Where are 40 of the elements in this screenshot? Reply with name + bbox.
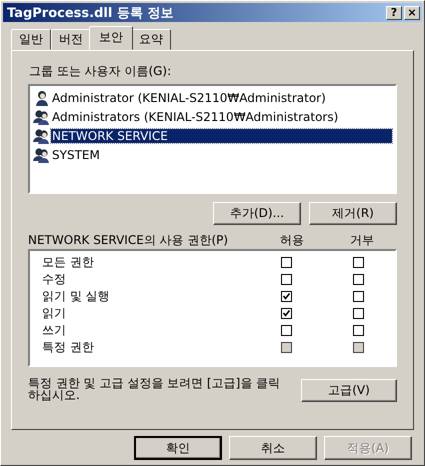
user-item[interactable]: Administrators (KENIAL-S2110₩Administrators): [51, 110, 340, 124]
close-button[interactable]: ×: [404, 6, 420, 20]
user-icon: [33, 90, 49, 106]
checkbox[interactable]: [280, 257, 292, 268]
users-label: 그룹 또는 사용자 이름(G):: [29, 63, 172, 80]
advanced-hint: 특정 권한 및 고급 설정을 보려면 [고급]을 클릭하십시오.: [28, 377, 282, 401]
permission-name: 쓰기: [42, 322, 67, 339]
tab[interactable]: 보안: [89, 26, 133, 50]
permission-name: 읽기 및 실행: [42, 288, 111, 305]
checkbox[interactable]: [352, 291, 364, 302]
user-group-icon: [33, 108, 49, 124]
permission-name: 모든 권한: [42, 254, 95, 271]
user-group-icon: [33, 146, 49, 162]
checkbox[interactable]: [352, 274, 364, 285]
tab[interactable]: 요약: [131, 29, 171, 50]
permission-name: 특정 권한: [42, 339, 95, 356]
checkbox[interactable]: [280, 274, 292, 285]
window-title: TagProcess.dll 등록 정보: [7, 4, 174, 22]
dialog-button[interactable]: 추가(D)...: [213, 202, 301, 225]
permission-name: 수정: [42, 271, 67, 288]
checkbox[interactable]: [280, 291, 292, 302]
checkbox[interactable]: [352, 308, 364, 319]
dialog-button[interactable]: 제거(R): [309, 202, 397, 225]
advanced-button[interactable]: 고급(V): [301, 379, 397, 402]
user-item[interactable]: NETWORK SERVICE: [51, 128, 392, 142]
help-button[interactable]: ?: [386, 6, 402, 20]
tab[interactable]: 일반: [11, 29, 51, 50]
user-item[interactable]: SYSTEM: [51, 148, 101, 162]
column-header: 거부: [349, 232, 375, 248]
checkbox[interactable]: [352, 325, 364, 336]
permissions-label: NETWORK SERVICE의 사용 권한(P): [28, 232, 230, 248]
dialog-button[interactable]: 취소: [229, 436, 317, 460]
user-group-icon: [33, 128, 49, 144]
column-header: 허용: [279, 232, 305, 248]
checkbox[interactable]: [352, 257, 364, 268]
dialog-button[interactable]: 확인: [134, 436, 222, 460]
user-item[interactable]: Administrator (KENIAL-S2110₩Administrator): [51, 90, 327, 104]
checkbox[interactable]: [280, 325, 292, 336]
checkbox[interactable]: [280, 308, 292, 319]
permission-name: 읽기: [42, 305, 67, 322]
